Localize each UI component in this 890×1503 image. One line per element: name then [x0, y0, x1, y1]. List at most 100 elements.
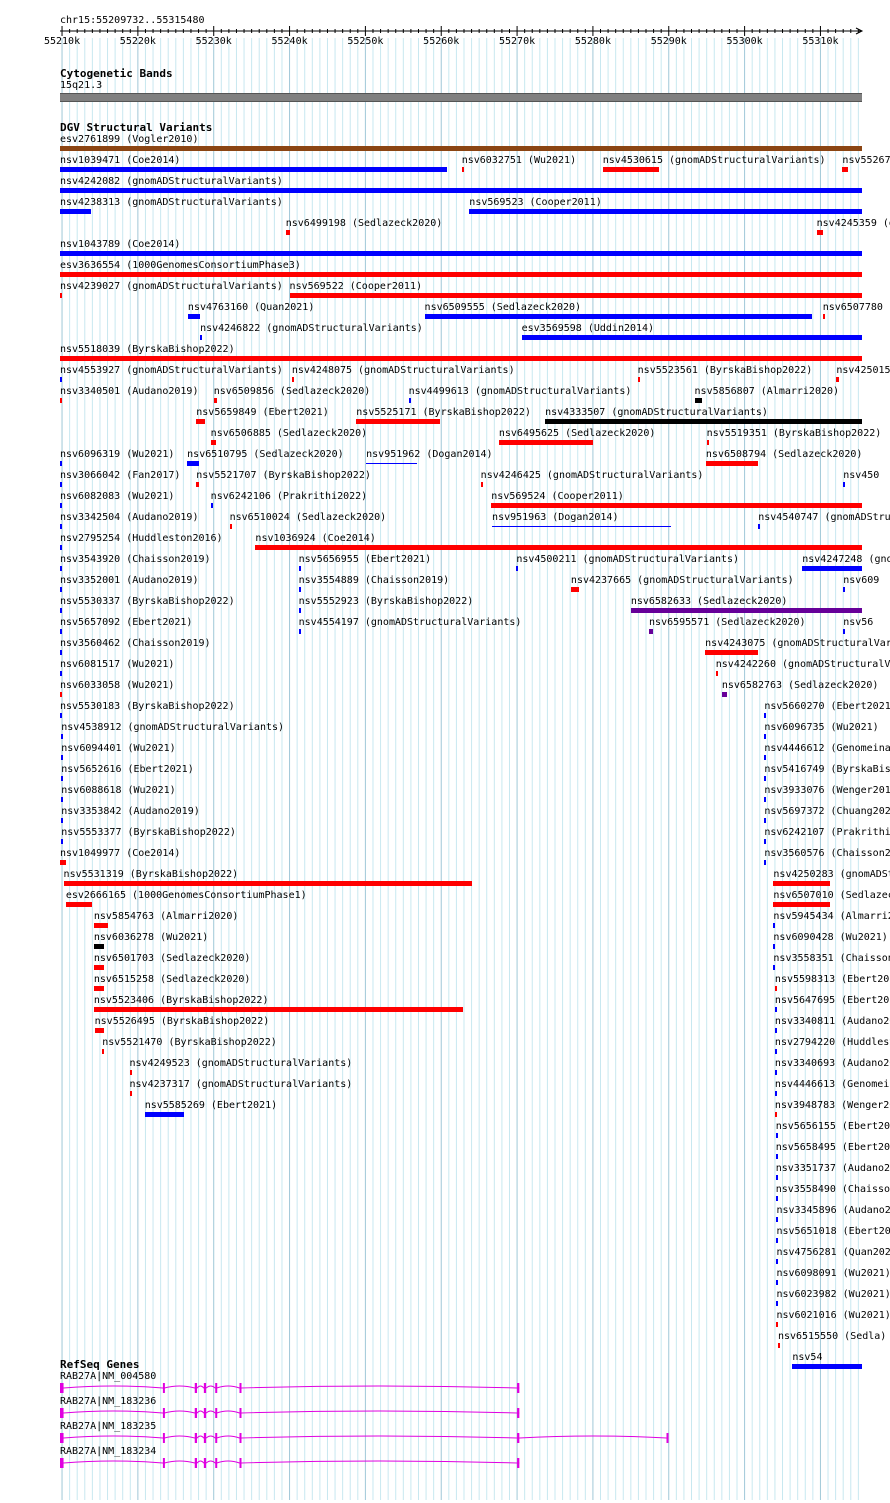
- variant-bar[interactable]: [776, 1280, 779, 1285]
- variant-label[interactable]: nsv4446613 (Genomeina): [775, 1079, 890, 1090]
- variant-label[interactable]: nsv5656955 (Ebert2021): [299, 554, 431, 565]
- variant-bar[interactable]: [424, 314, 813, 319]
- variant-label[interactable]: nsv3560576 (Chaisson2019): [764, 848, 890, 859]
- variant-label[interactable]: nsv56: [843, 617, 873, 628]
- variant-bar[interactable]: [843, 629, 846, 634]
- variant-bar[interactable]: [773, 902, 831, 907]
- variant-bar[interactable]: [777, 1343, 780, 1348]
- variant-label[interactable]: nsv5526495 (ByrskaBishop2022): [95, 1016, 270, 1027]
- variant-bar[interactable]: [93, 944, 104, 949]
- variant-label[interactable]: nsv3066042 (Fan2017): [60, 470, 180, 481]
- variant-label[interactable]: nsv6088618 (Wu2021): [61, 785, 175, 796]
- variant-label[interactable]: nsv4242260 (gnomADStructuralVar): [716, 659, 890, 670]
- variant-bar[interactable]: [102, 1049, 105, 1054]
- variant-label[interactable]: esv3636554 (1000GenomesConsortiumPhase3): [60, 260, 301, 271]
- variant-label[interactable]: nsv54: [792, 1352, 822, 1363]
- variant-label[interactable]: nsv6499198 (Sedlazeck2020): [286, 218, 443, 229]
- variant-label[interactable]: nsv3352001 (Audano2019): [60, 575, 198, 586]
- variant-bar[interactable]: [764, 734, 767, 739]
- variant-bar[interactable]: [60, 146, 862, 151]
- variant-label[interactable]: nsv609: [843, 575, 879, 586]
- variant-bar[interactable]: [764, 839, 767, 844]
- variant-bar[interactable]: [129, 1091, 132, 1096]
- variant-label[interactable]: nsv6094401 (Wu2021): [61, 743, 175, 754]
- variant-bar[interactable]: [60, 461, 63, 466]
- variant-label[interactable]: nsv4249523 (gnomADStructuralVariants): [130, 1058, 353, 1069]
- variant-label[interactable]: nsv5585269 (Ebert2021): [145, 1100, 277, 1111]
- variant-bar[interactable]: [93, 986, 104, 991]
- variant-label[interactable]: nsv3340693 (Audano201): [775, 1058, 890, 1069]
- variant-bar[interactable]: [60, 713, 63, 718]
- variant-bar[interactable]: [60, 167, 447, 172]
- variant-bar[interactable]: [60, 188, 862, 193]
- gene-model[interactable]: [0, 1456, 890, 1470]
- variant-bar[interactable]: [773, 965, 776, 970]
- variant-bar[interactable]: [60, 650, 63, 655]
- variant-label[interactable]: nsv2795254 (Huddleston2016): [60, 533, 223, 544]
- variant-label[interactable]: nsv6582763 (Sedlazeck2020): [722, 680, 879, 691]
- variant-label[interactable]: nsv951963 (Dogan2014): [492, 512, 618, 523]
- variant-label[interactable]: nsv4247248 (gno): [802, 554, 890, 565]
- variant-label[interactable]: nsv3543920 (Chaisson2019): [60, 554, 211, 565]
- variant-bar[interactable]: [774, 1070, 777, 1075]
- variant-label[interactable]: nsv6508794 (Sedlazeck2020): [706, 449, 863, 460]
- variant-label[interactable]: nsv4248075 (gnomADStructuralVariants): [292, 365, 515, 376]
- variant-bar[interactable]: [129, 1070, 132, 1075]
- variant-bar[interactable]: [93, 1007, 464, 1012]
- variant-label[interactable]: nsv4243075 (gnomADStructuralVaria): [705, 638, 890, 649]
- variant-label[interactable]: nsv5552923 (ByrskaBishop2022): [299, 596, 474, 607]
- variant-label[interactable]: nsv5530337 (ByrskaBishop2022): [60, 596, 235, 607]
- variant-bar[interactable]: [60, 209, 91, 214]
- variant-label[interactable]: nsv4237665 (gnomADStructuralVariants): [571, 575, 794, 586]
- variant-label[interactable]: nsv6090428 (Wu2021): [773, 932, 887, 943]
- variant-label[interactable]: nsv6098091 (Wu2021): [776, 1268, 890, 1279]
- variant-bar[interactable]: [60, 608, 63, 613]
- variant-bar[interactable]: [602, 167, 659, 172]
- cytoband-bar[interactable]: [60, 93, 862, 102]
- variant-bar[interactable]: [210, 503, 213, 508]
- variant-bar[interactable]: [706, 440, 709, 445]
- variant-bar[interactable]: [776, 1238, 779, 1243]
- variant-label[interactable]: nsv569522 (Cooper2011): [290, 281, 422, 292]
- variant-label[interactable]: nsv5521470 (ByrskaBishop2022): [102, 1037, 277, 1048]
- variant-label[interactable]: nsv5531319 (ByrskaBishop2022): [64, 869, 239, 880]
- variant-label[interactable]: nsv6506885 (Sedlazeck2020): [211, 428, 368, 439]
- variant-label[interactable]: nsv6515550 (Sedla): [778, 1331, 886, 1342]
- variant-label[interactable]: nsv6501703 (Sedlazeck2020): [94, 953, 251, 964]
- variant-label[interactable]: nsv5523406 (ByrskaBishop2022): [94, 995, 269, 1006]
- variant-bar[interactable]: [196, 482, 199, 487]
- variant-label[interactable]: nsv6242107 (Prakrithi20): [764, 827, 890, 838]
- variant-label[interactable]: nsv1043789 (Coe2014): [60, 239, 180, 250]
- variant-bar[interactable]: [285, 230, 290, 235]
- gene-model[interactable]: [0, 1431, 890, 1445]
- variant-label[interactable]: nsv4238313 (gnomADStructuralVariants): [60, 197, 283, 208]
- variant-label[interactable]: nsv4250283 (gnomADStru): [773, 869, 890, 880]
- variant-bar[interactable]: [255, 545, 862, 550]
- variant-bar[interactable]: [776, 1301, 779, 1306]
- variant-label[interactable]: nsv3560462 (Chaisson2019): [60, 638, 211, 649]
- variant-label[interactable]: nsv6021016 (Wu2021): [776, 1310, 890, 1321]
- variant-bar[interactable]: [545, 419, 862, 424]
- variant-bar[interactable]: [774, 1091, 777, 1096]
- variant-bar[interactable]: [774, 1007, 777, 1012]
- variant-bar[interactable]: [764, 818, 767, 823]
- variant-label[interactable]: nsv6096735 (Wu2021): [764, 722, 878, 733]
- variant-bar[interactable]: [843, 587, 846, 592]
- variant-label[interactable]: nsv5519351 (ByrskaBishop2022): [707, 428, 882, 439]
- variant-label[interactable]: nsv4245359 (g): [817, 218, 890, 229]
- variant-label[interactable]: nsv5553377 (ByrskaBishop2022): [61, 827, 236, 838]
- variant-label[interactable]: nsv1049977 (Coe2014): [60, 848, 180, 859]
- variant-bar[interactable]: [764, 797, 767, 802]
- variant-label[interactable]: nsv5656155 (Ebert2021): [776, 1121, 890, 1132]
- variant-label[interactable]: nsv5660270 (Ebert2021): [764, 701, 890, 712]
- variant-bar[interactable]: [65, 902, 92, 907]
- variant-label[interactable]: nsv3933076 (Wenger2019): [764, 785, 890, 796]
- variant-bar[interactable]: [774, 1049, 777, 1054]
- variant-bar[interactable]: [649, 629, 653, 634]
- variant-label[interactable]: nsv4538912 (gnomADStructuralVariants): [61, 722, 284, 733]
- variant-label[interactable]: nsv450: [843, 470, 879, 481]
- variant-bar[interactable]: [705, 461, 759, 466]
- variant-bar[interactable]: [408, 398, 411, 403]
- variant-label[interactable]: nsv4554197 (gnomADStructuralVariants): [299, 617, 522, 628]
- variant-label[interactable]: nsv425015: [836, 365, 890, 376]
